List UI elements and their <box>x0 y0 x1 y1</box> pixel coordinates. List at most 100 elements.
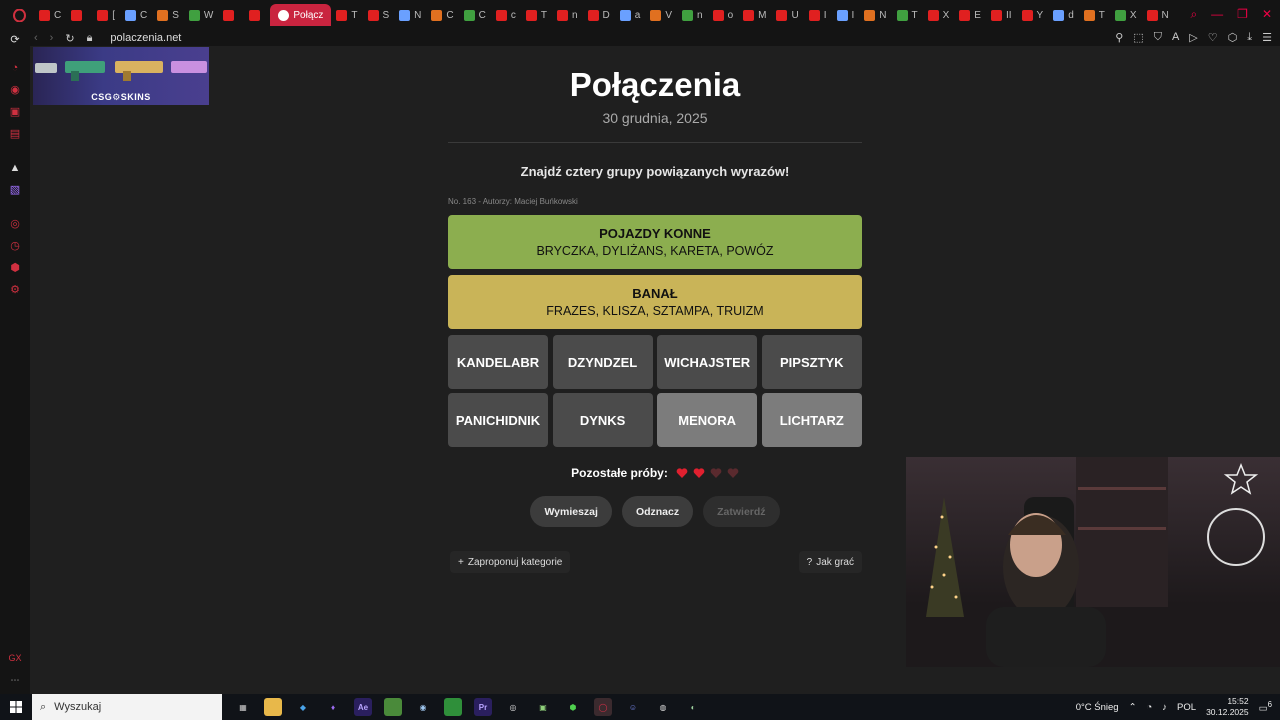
taskbar-search[interactable]: ⌕ Wyszukaj <box>32 694 222 720</box>
browser-tab[interactable]: W <box>184 4 218 26</box>
word-tile[interactable]: PIPSZTYK <box>761 335 862 389</box>
browser-tab[interactable]: T <box>521 4 552 26</box>
messenger-icon[interactable]: ▣ <box>8 106 22 118</box>
submit-button[interactable]: Zatwierdź <box>703 496 780 527</box>
tray-overflow-icon[interactable]: ⌃ <box>1129 702 1137 713</box>
word-tile[interactable]: PANICHIDNIK <box>448 393 548 447</box>
browser-tab[interactable]: S <box>152 4 184 26</box>
after-effects-icon[interactable]: Ae <box>354 698 372 716</box>
menu-icon[interactable]: ☰ <box>1262 31 1272 44</box>
premiere-icon[interactable]: Pr <box>474 698 492 716</box>
how-to-play-button[interactable]: ? Jak grać <box>798 551 862 573</box>
browser-tab[interactable]: V <box>645 4 677 26</box>
reload-icon[interactable]: ↻ <box>65 32 74 45</box>
translate-icon[interactable]: A <box>1172 31 1179 44</box>
forward-icon[interactable]: › <box>50 32 54 44</box>
notifications-icon[interactable]: ▭6 <box>1259 700 1272 714</box>
aria-icon[interactable]: ▲ <box>8 162 22 174</box>
active-tab[interactable]: Połącz <box>270 4 332 26</box>
browser-tab[interactable]: T <box>1079 4 1110 26</box>
start-button[interactable] <box>0 694 32 720</box>
vscode-icon[interactable]: ◆ <box>294 698 312 716</box>
more-icon[interactable]: ⋯ <box>11 675 20 686</box>
browser-tab[interactable]: n <box>552 4 583 26</box>
browser-tab[interactable]: I <box>804 4 832 26</box>
deselect-button[interactable]: Odznacz <box>621 496 694 527</box>
gx-corner-icon[interactable]: ◔ <box>8 62 22 74</box>
word-tile-selected[interactable]: MENORA <box>657 393 758 447</box>
browser-tab[interactable]: d <box>1048 4 1079 26</box>
twitch-icon[interactable]: ▧ <box>8 184 22 196</box>
task-view-icon[interactable]: ▦ <box>234 698 252 716</box>
speaker-icon[interactable]: ♪ <box>1162 702 1167 713</box>
sidebar-app-icon[interactable]: ◉ <box>8 84 22 96</box>
browser-tab[interactable]: C <box>120 4 152 26</box>
language-indicator[interactable]: POL <box>1177 702 1196 713</box>
excel-icon[interactable] <box>444 698 462 716</box>
suggest-category-button[interactable]: + Zaproponuj kategorie <box>450 551 571 573</box>
browser-tab[interactable]: X <box>1110 4 1142 26</box>
browser-tab[interactable]: II <box>986 4 1017 26</box>
player-icon[interactable]: ◎ <box>8 218 22 230</box>
extensions-sidebar-icon[interactable]: ⬢ <box>8 262 22 274</box>
refresh-sidebar-icon[interactable]: ⟳ <box>8 34 22 46</box>
browser-tab[interactable]: N <box>859 4 891 26</box>
opera-gx-taskbar-icon[interactable]: ◯ <box>594 698 612 716</box>
pin-icon[interactable]: ⚲ <box>1115 31 1123 44</box>
app-icon[interactable] <box>384 698 402 716</box>
play-icon[interactable]: ▷ <box>1189 31 1197 44</box>
close-icon[interactable]: ✕ <box>1262 7 1272 22</box>
opera-menu-button[interactable] <box>8 4 34 26</box>
media-icon[interactable]: ▤ <box>8 128 22 140</box>
browser-tab[interactable]: U <box>771 4 803 26</box>
browser-tab[interactable]: Y <box>1017 4 1049 26</box>
extensions-icon[interactable]: ⬡ <box>1228 31 1238 44</box>
browser-tab[interactable]: o <box>708 4 739 26</box>
browser-tab[interactable] <box>218 4 244 26</box>
url-field[interactable]: polaczenia.net <box>110 32 181 44</box>
browser-tab[interactable]: [ <box>92 4 120 26</box>
search-tabs-icon[interactable]: ⌕ <box>1190 7 1197 22</box>
browser-tab[interactable]: c <box>491 4 521 26</box>
clock[interactable]: 15:52 30.12.2025 <box>1206 696 1249 718</box>
browser-tab[interactable]: C <box>426 4 458 26</box>
browser-tab[interactable]: C <box>34 4 66 26</box>
download-icon[interactable]: ⤓ <box>1247 31 1252 44</box>
browser-tab[interactable]: I <box>832 4 860 26</box>
browser-tab[interactable]: n <box>677 4 708 26</box>
browser-tab[interactable]: S <box>363 4 395 26</box>
history-icon[interactable]: ◷ <box>8 240 22 252</box>
browser-tab[interactable]: T <box>892 4 923 26</box>
browser-tab[interactable] <box>244 4 270 26</box>
maximize-icon[interactable]: ❐ <box>1237 7 1248 22</box>
obs-icon[interactable]: ◎ <box>504 698 522 716</box>
shuffle-button[interactable]: Wymieszaj <box>530 496 612 527</box>
word-tile[interactable]: WICHAJSTER <box>657 335 758 389</box>
browser-tab[interactable]: E <box>954 4 986 26</box>
heart-icon[interactable]: ♡ <box>1208 31 1218 44</box>
file-explorer-icon[interactable] <box>264 698 282 716</box>
word-tile-selected[interactable]: LICHTARZ <box>761 393 862 447</box>
discord-icon[interactable]: ☺ <box>624 698 642 716</box>
shield-icon[interactable]: ⛉ <box>1154 31 1162 44</box>
word-tile[interactable]: DZYNDZEL <box>552 335 653 389</box>
app-icon[interactable]: ♦ <box>324 698 342 716</box>
snapshot-icon[interactable]: ⬚ <box>1133 31 1143 44</box>
browser-tab[interactable]: C <box>459 4 491 26</box>
weather-widget[interactable]: 0°C Śnieg <box>1076 702 1119 713</box>
browser-tab[interactable]: M <box>738 4 771 26</box>
app-icon[interactable]: ▣ <box>534 698 552 716</box>
browser-tab[interactable] <box>66 4 92 26</box>
steam-icon[interactable]: ◉ <box>414 698 432 716</box>
wifi-icon[interactable]: ◔ <box>1147 702 1153 713</box>
settings-icon[interactable]: ⚙ <box>8 284 22 296</box>
app-icon[interactable]: ⬢ <box>564 698 582 716</box>
app-icon[interactable]: ◐ <box>684 698 702 716</box>
browser-tab[interactable]: T <box>331 4 362 26</box>
browser-tab[interactable]: X <box>923 4 955 26</box>
word-tile[interactable]: DYNKS <box>552 393 653 447</box>
browser-tab[interactable]: N <box>1142 4 1174 26</box>
browser-tab[interactable]: a <box>615 4 646 26</box>
app-icon[interactable]: ◍ <box>654 698 672 716</box>
minimize-icon[interactable]: — <box>1211 7 1223 22</box>
